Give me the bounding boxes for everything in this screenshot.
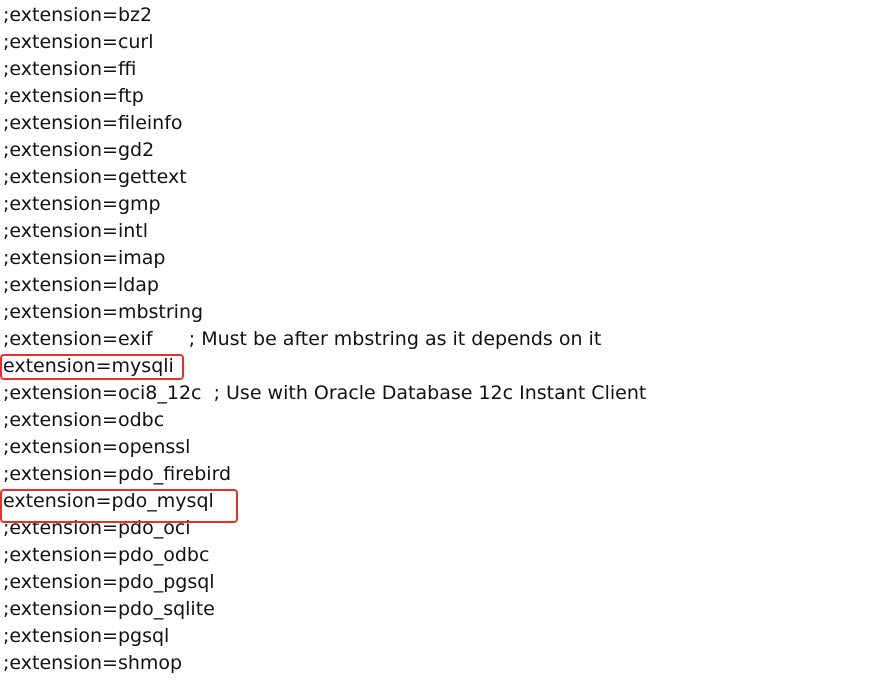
config-line: ;extension=pdo_odbc — [3, 544, 210, 566]
config-line: ;extension=ffi — [3, 58, 137, 80]
config-line: ;extension=gettext — [3, 166, 187, 188]
config-line: ;extension=odbc — [3, 409, 165, 431]
config-line: ;extension=ftp — [3, 85, 144, 107]
config-line-pdo-mysql-enabled: extension=pdo_mysql — [3, 490, 214, 512]
config-line: ;extension=mbstring — [3, 301, 204, 323]
config-line: ;extension=gmp — [3, 193, 161, 215]
config-line-mysqli-enabled: extension=mysqli — [3, 355, 174, 377]
config-line: ;extension=pdo_pgsql — [3, 571, 215, 593]
config-line: ;extension=oci8_12c ; Use with Oracle Da… — [3, 382, 647, 404]
config-line: ;extension=pdo_sqlite — [3, 598, 215, 620]
config-line: ;extension=openssl — [3, 436, 191, 458]
config-line: ;extension=pdo_firebird — [3, 463, 232, 485]
config-line: ;extension=pdo_oci — [3, 517, 191, 539]
config-line: ;extension=bz2 — [3, 4, 153, 26]
config-line: ;extension=exif ; Must be after mbstring… — [3, 328, 602, 350]
config-line: ;extension=curl — [3, 31, 154, 53]
config-line: ;extension=pgsql — [3, 625, 170, 647]
config-line: ;extension=shmop — [3, 652, 183, 674]
config-line: ;extension=ldap — [3, 274, 159, 296]
config-line: ;extension=intl — [3, 220, 148, 242]
config-line: ;extension=fileinfo — [3, 112, 183, 134]
text-editor[interactable]: ;extension=bz2 ;extension=curl ;extensio… — [0, 0, 890, 692]
config-line: ;extension=gd2 — [3, 139, 155, 161]
config-line: ;extension=imap — [3, 247, 166, 269]
